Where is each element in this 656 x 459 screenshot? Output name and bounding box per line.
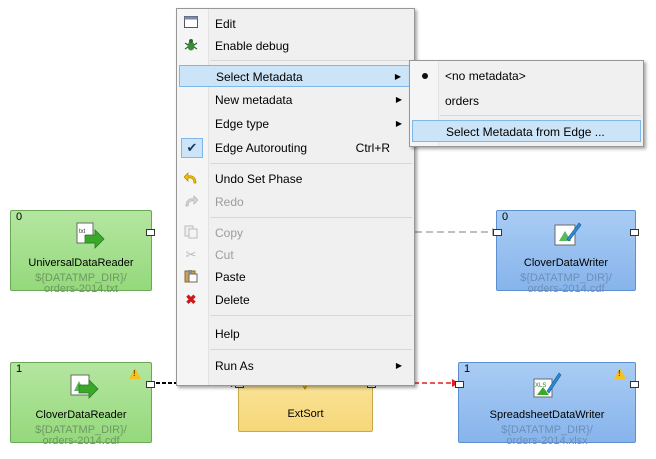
menu-item-paste[interactable]: Paste [179,266,412,288]
menu-item-undo-set-phase[interactable]: Undo Set Phase [179,168,412,190]
menu-separator [210,163,412,164]
clover-reader-icon [70,374,99,399]
output-port[interactable] [630,381,639,388]
node-title: UniversalDataReader [28,257,134,269]
submenu-arrow-icon: ▶ [394,72,401,81]
checkmark-icon: ✔ [181,138,203,158]
submenu-item-orders[interactable]: orders [412,90,641,112]
spreadsheet-writer-icon: XLS [533,372,562,398]
menu-separator [210,217,412,218]
phase-number: 1 [464,363,471,375]
menu-item-edit[interactable]: Edit [179,13,412,35]
submenu-item-select-from-edge[interactable]: Select Metadata from Edge ... [412,120,641,142]
menu-separator [440,115,641,116]
clover-data-writer-node[interactable]: 0 CloverDataWriter ${DATATMP_DIR}/ order… [493,210,639,295]
menu-item-new-metadata[interactable]: New metadata ▶ [179,89,412,111]
clover-data-reader-node[interactable]: 1 ! CloverDataReader ${DATATMP_DIR}/ ord… [10,362,155,447]
input-port[interactable] [455,381,464,388]
submenu-item-no-metadata[interactable]: <no metadata> [412,65,641,87]
menu-item-run-as[interactable]: Run As ▶ [179,355,412,377]
svg-text:txt: txt [79,229,86,235]
menu-item-select-metadata[interactable]: Select Metadata ▶ [179,65,412,87]
context-menu: Edit Enable debug Select Metadata ▶ New … [176,8,415,386]
shortcut-label: Ctrl+R [355,141,390,155]
menu-item-redo[interactable]: Redo [179,191,412,213]
node-file: orders-2014.cdf [527,283,605,295]
delete-x-icon: ✖ [185,292,197,307]
file-reader-icon: txt [76,222,105,249]
menu-separator [210,60,412,61]
submenu-arrow-icon: ▶ [395,95,402,104]
radio-selected-icon [422,73,428,79]
copy-icon [183,225,199,241]
redo-icon [183,194,199,210]
spreadsheet-data-writer-node[interactable]: 1 ! XLS SpreadsheetDataWriter ${DATATMP_… [455,362,639,447]
submenu-arrow-icon: ▶ [395,361,402,370]
menu-item-edge-type[interactable]: Edge type ▶ [179,113,412,135]
phase-number: 1 [16,363,23,375]
scissors-icon: ✂ [185,247,197,262]
node-file: orders-2014.cdf [42,435,120,447]
node-title: ExtSort [287,408,324,420]
menu-item-enable-debug[interactable]: Enable debug [179,35,412,57]
menu-item-delete[interactable]: ✖ Delete [179,289,412,311]
bug-icon [183,38,199,54]
select-metadata-submenu: <no metadata> orders Select Metadata fro… [409,60,644,147]
menu-separator [210,315,412,316]
node-file: orders-2014.xlsx [506,435,588,447]
phase-number: 0 [16,211,23,223]
output-port[interactable] [146,229,155,236]
output-port[interactable] [630,229,639,236]
node-title: CloverDataWriter [523,257,609,269]
menu-item-help[interactable]: Help [179,323,412,345]
menu-item-copy[interactable]: Copy [179,222,412,244]
svg-text:XLS: XLS [535,383,546,389]
paste-icon [183,269,199,285]
menu-item-edge-autorouting[interactable]: ✔ Edge Autorouting Ctrl+R [179,137,412,159]
menu-item-cut[interactable]: ✂ Cut [179,244,412,266]
menu-separator [210,349,412,350]
node-file: orders-2014.txt [44,283,118,295]
output-port[interactable] [146,381,155,388]
node-title: CloverDataReader [35,409,127,421]
warning-icon: ! [129,368,141,379]
clover-writer-icon [554,222,582,246]
submenu-arrow-icon: ▶ [395,119,402,128]
input-port[interactable] [493,229,502,236]
edit-window-icon [183,16,199,32]
warning-icon: ! [614,368,626,379]
node-title: SpreadsheetDataWriter [489,409,605,421]
phase-number: 0 [502,211,509,223]
undo-icon [183,171,199,187]
universal-data-reader-node[interactable]: 0 txt UniversalDataReader ${DATATMP_DIR}… [10,210,155,295]
